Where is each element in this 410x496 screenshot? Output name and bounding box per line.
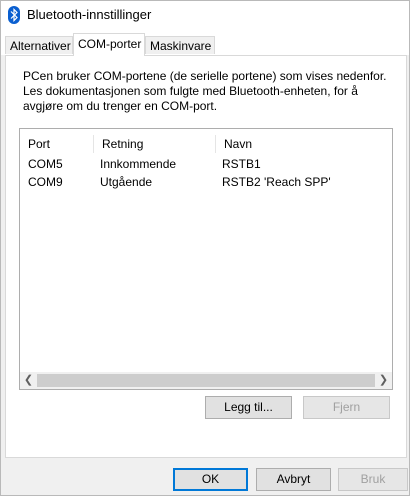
add-port-button[interactable]: Legg til... [205, 396, 292, 419]
port-cell: COM9 [28, 175, 63, 189]
name-cell: RSTB1 [222, 157, 261, 171]
com-ports-list[interactable]: Port Retning Navn COM5 Innkommende RSTB1… [19, 128, 393, 390]
chevron-left-icon[interactable]: ❮ [20, 372, 37, 389]
tab-com-porter[interactable]: COM-porter [73, 33, 145, 56]
name-cell: RSTB2 'Reach SPP' [222, 175, 331, 189]
column-header-port[interactable]: Port [20, 135, 94, 153]
description-text: PCen bruker COM-portene (de serielle por… [23, 69, 393, 114]
window-title: Bluetooth-innstillinger [27, 7, 152, 22]
description-line: avgjøre om du trenger en COM-port. [23, 99, 218, 113]
port-cell: COM5 [28, 157, 63, 171]
list-item[interactable]: COM5 Innkommende RSTB1 [20, 155, 392, 173]
tab-maskinvare[interactable]: Maskinvare [145, 36, 215, 54]
cancel-button[interactable]: Avbryt [256, 468, 331, 491]
column-header-navn[interactable]: Navn [216, 135, 392, 153]
bluetooth-settings-window: Bluetooth-innstillinger Alternativer COM… [0, 0, 410, 496]
chevron-right-icon[interactable]: ❯ [375, 372, 392, 389]
com-ports-panel: PCen bruker COM-portene (de serielle por… [5, 55, 407, 458]
direction-cell: Innkommende [100, 157, 177, 171]
column-header-retning[interactable]: Retning [94, 135, 216, 153]
ok-button[interactable]: OK [173, 468, 248, 491]
description-line: Les dokumentasjonen som fulgte med Bluet… [23, 84, 358, 98]
description-line: PCen bruker COM-portene (de serielle por… [23, 69, 387, 83]
direction-cell: Utgående [100, 175, 153, 189]
tab-alternativer[interactable]: Alternativer [5, 36, 73, 54]
list-item[interactable]: COM9 Utgående RSTB2 'Reach SPP' [20, 173, 392, 191]
title-bar: Bluetooth-innstillinger [1, 1, 409, 31]
scrollbar-thumb[interactable] [37, 374, 375, 387]
bluetooth-icon [8, 6, 20, 24]
remove-port-button[interactable]: Fjern [303, 396, 390, 419]
horizontal-scrollbar[interactable]: ❮ ❯ [20, 372, 392, 389]
apply-button[interactable]: Bruk [338, 468, 408, 491]
